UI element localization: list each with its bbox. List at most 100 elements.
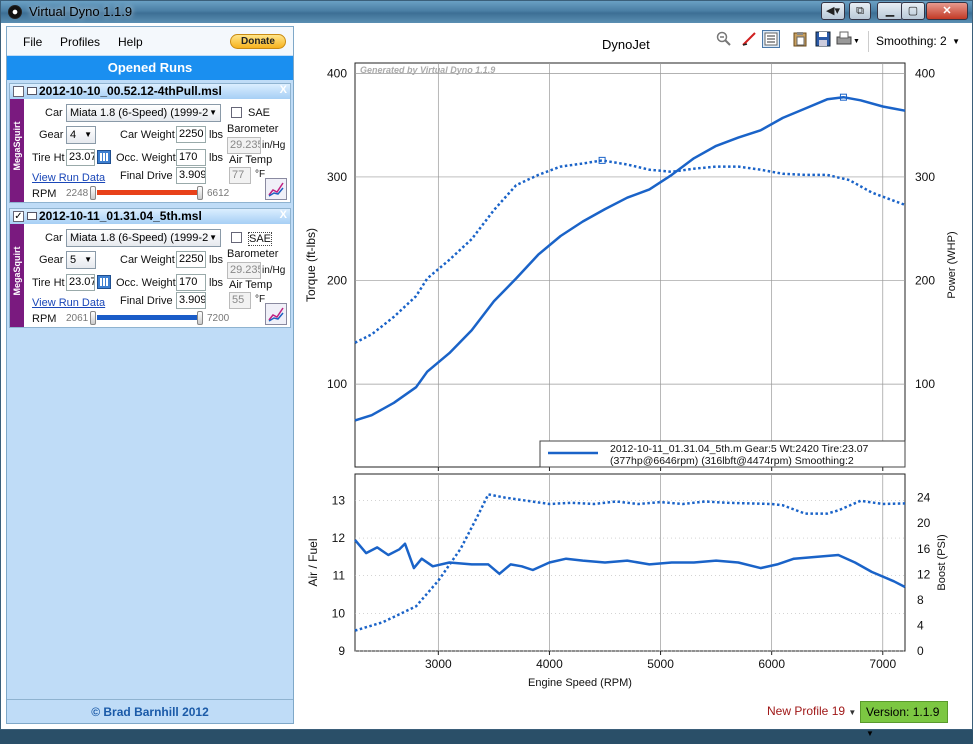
power-axis-label: Power (WHP) <box>946 231 958 298</box>
view-run-data-link[interactable]: View Run Data <box>32 297 105 309</box>
chevron-down-icon: ▼ <box>84 255 92 264</box>
air-temp-unit: °F <box>255 294 266 305</box>
ecu-label: MegaSquirt <box>12 121 22 171</box>
chart-icon[interactable] <box>265 303 287 325</box>
y-tick-label-right: 200 <box>915 274 935 288</box>
menu-help[interactable]: Help <box>118 35 143 49</box>
pen-icon[interactable] <box>741 31 757 47</box>
version-select[interactable]: Version: 1.1.9 ▼ <box>860 701 948 738</box>
boost-tick-label: 20 <box>917 516 931 530</box>
minimize-button[interactable]: ▁ <box>877 2 903 20</box>
car-weight-input[interactable]: 2250 <box>176 251 206 268</box>
profile-select[interactable]: New Profile 19 ▼ <box>767 704 856 718</box>
boost-tick-label: 8 <box>917 593 924 607</box>
calculator-icon[interactable] <box>97 275 111 289</box>
rpm-slider-min-thumb[interactable] <box>90 186 96 200</box>
sae-checkbox[interactable] <box>231 232 242 243</box>
car-value: Miata 1.8 (6-Speed) (1999-2 <box>70 232 209 244</box>
dyno-charts[interactable]: 100 100200 200300 300400 400Generated by Vir… <box>299 52 967 698</box>
save-icon[interactable] <box>815 31 831 47</box>
rpm-slider-min-thumb[interactable] <box>90 311 96 325</box>
clipboard-icon[interactable] <box>792 31 808 47</box>
maximize-button[interactable]: ▢ <box>901 2 925 20</box>
car-select[interactable]: Miata 1.8 (6-Speed) (1999-2 ▼ <box>66 229 221 247</box>
legend-toggle-icon[interactable] <box>762 30 780 48</box>
tire-label: Tire Ht <box>32 277 65 289</box>
donate-button[interactable]: Donate <box>230 34 286 49</box>
occ-weight-unit: lbs <box>209 152 224 164</box>
close-run-icon[interactable]: X <box>280 84 287 96</box>
afr-tick-label: 12 <box>332 531 346 545</box>
close-button[interactable]: ✕ <box>926 2 968 20</box>
run-color-swatch[interactable] <box>27 87 37 95</box>
gear-value: 5 <box>70 254 77 266</box>
gear-label: Gear <box>39 254 64 266</box>
run-color-swatch[interactable] <box>27 212 37 220</box>
final-drive-input[interactable]: 3.909 <box>176 292 206 309</box>
gear-label: Gear <box>39 129 64 141</box>
occ-weight-label: Occ. Weight <box>116 277 176 289</box>
run-checkbox[interactable] <box>13 86 24 97</box>
calculator-icon[interactable] <box>97 150 111 164</box>
rpm-range-fill <box>97 315 197 320</box>
menu-file[interactable]: File <box>23 35 42 49</box>
air-temp-input[interactable]: 77 <box>229 167 251 184</box>
close-run-icon[interactable]: X <box>280 209 287 221</box>
tire-input[interactable]: 23.07 <box>66 149 95 166</box>
left-panel: File Profiles Help Donate Opened Runs 20… <box>6 26 294 724</box>
rpm-label: RPM <box>32 313 57 325</box>
chart-icon[interactable] <box>265 178 287 200</box>
smoothing-value: Smoothing: 2 <box>876 34 947 48</box>
car-weight-input[interactable]: 2250 <box>176 126 206 143</box>
final-drive-label: Final Drive <box>120 170 173 182</box>
car-select[interactable]: Miata 1.8 (6-Speed) (1999-2 ▼ <box>66 104 221 122</box>
chevron-down-icon: ▼ <box>866 729 874 738</box>
gear-select[interactable]: 4 ▼ <box>66 126 96 144</box>
gear-select[interactable]: 5 ▼ <box>66 251 96 269</box>
barometer-unit: in/Hg <box>262 265 286 276</box>
rpm-slider-max-thumb[interactable] <box>197 186 203 200</box>
menu-profiles[interactable]: Profiles <box>60 35 100 49</box>
version-label: Version: 1.1.9 <box>866 705 940 719</box>
air-temp-input[interactable]: 55 <box>229 292 251 309</box>
restore-aux-icon[interactable]: ⧉ <box>849 2 871 20</box>
car-weight-unit: lbs <box>209 129 224 141</box>
rpm-slider[interactable] <box>90 185 204 201</box>
view-run-data-link[interactable]: View Run Data <box>32 172 105 184</box>
run-checkbox[interactable]: ✓ <box>13 211 24 222</box>
occ-weight-input[interactable]: 170 <box>176 274 206 291</box>
car-label: Car <box>45 232 63 244</box>
chart-title: DynoJet <box>602 37 650 52</box>
watermark-text: Generated by Virtual Dyno 1.1.9 <box>360 65 495 75</box>
title-bar[interactable]: Virtual Dyno 1.1.9 ◀▾ ⧉ ▁ ▢ ✕ <box>1 1 972 23</box>
legend-line-2: (377hp@6646rpm) (316lbft@4474rpm) Smooth… <box>610 455 854 467</box>
sae-checkbox[interactable] <box>231 107 242 118</box>
smoothing-select[interactable]: Smoothing: 2 ▼ <box>868 31 964 52</box>
sae-label: SAE <box>248 107 271 119</box>
barometer-input[interactable]: 29.235 <box>227 262 261 279</box>
occ-weight-label: Occ. Weight <box>116 152 176 164</box>
y-tick-label-left: 400 <box>327 66 347 80</box>
chevron-down-icon: ▼ <box>209 108 217 117</box>
occ-weight-input[interactable]: 170 <box>176 149 206 166</box>
rpm-slider-max-thumb[interactable] <box>197 311 203 325</box>
rpm-slider[interactable] <box>90 310 204 326</box>
air-temp-unit: °F <box>255 169 266 180</box>
chevron-down-icon: ▼ <box>209 233 217 242</box>
print-icon[interactable]: ▼ <box>836 31 860 47</box>
final-drive-input[interactable]: 3.909 <box>176 167 206 184</box>
tire-label: Tire Ht <box>32 152 65 164</box>
run-filename: 2012-10-11_01.31.04_5th.msl <box>39 209 202 223</box>
boost-tick-label: 4 <box>917 618 924 632</box>
car-weight-unit: lbs <box>209 254 224 266</box>
x-axis-label: Engine Speed (RPM) <box>528 677 632 689</box>
back-icon[interactable]: ◀▾ <box>821 2 845 20</box>
x-tick-label: 7000 <box>869 657 896 671</box>
run-header: ✓ 2012-10-11_01.31.04_5th.msl X <box>10 209 290 224</box>
barometer-input[interactable]: 29.235 <box>227 137 261 154</box>
run-header: 2012-10-10_00.52.12-4thPull.msl X <box>10 84 290 99</box>
tire-input[interactable]: 23.07 <box>66 274 95 291</box>
rpm-max: 6612 <box>207 188 230 199</box>
zoom-out-icon[interactable] <box>716 31 732 47</box>
ecu-tab: MegaSquirt <box>10 99 24 202</box>
